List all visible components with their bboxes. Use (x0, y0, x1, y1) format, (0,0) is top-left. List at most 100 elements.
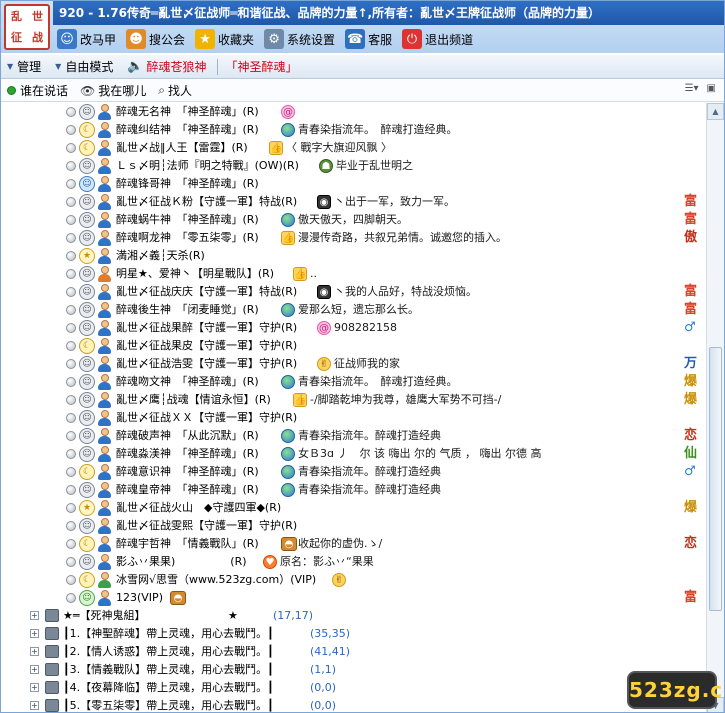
channel-group-row[interactable]: + ★═【死神鬼組】 ★ (17,17) (1, 607, 704, 625)
list-options-icon[interactable]: ☰▾ (685, 83, 699, 94)
expand-icon[interactable]: + (30, 611, 39, 620)
member-name: 亂世〆征战Ｋ粉【守護一軍】特战(R) (116, 195, 298, 208)
system-settings-button[interactable]: ⚙ 系统设置 (260, 27, 341, 51)
member-row[interactable]: ☺ 醉魂啊龙神 「零五柒零」(R) 👍 漫漫传奇路，共叙兄弟情。诚邀您的插入。 傲 (1, 229, 704, 247)
channel-group-row[interactable]: + ┃1.【神聖醉魂】帶上灵魂，用心去戰鬥。┃ (35,35) (1, 625, 704, 643)
where-am-i-label: 我在哪儿 (98, 84, 147, 98)
search-guild-button[interactable]: ☻ 搜公会 (122, 27, 191, 51)
member-row[interactable]: ☺ Ｌｓ〆明┆法师『明之特戰』(OW)(R) ☗ 毕业于乱世明之 (1, 157, 704, 175)
member-row[interactable]: ☺ 醉魂淼渼神 「神圣醉魂」(R) 女Ｂ3ɑ 丿 尔 该 嗨出 尔的 气质 ， 嗨出… (1, 445, 704, 463)
swirl-icon: @ (281, 105, 295, 119)
face-icon: ☾ (79, 572, 95, 588)
member-name: 亂世〆征战雯熙【守護一軍】守护(R) (116, 519, 298, 532)
exit-channel-button[interactable]: ⏻ 退出频道 (398, 27, 479, 51)
member-row[interactable]: ☺ 醉魂破声神 「从此沉默」(R) 青春染指流年。醉魂打造经典 恋 (1, 427, 704, 445)
member-row[interactable]: ☺ 醉魂无名神 「神圣醉魂」(R) @ (1, 103, 704, 121)
status-dot-icon (66, 179, 76, 189)
member-name: 醉魂啊龙神 「零五柒零」(R) (116, 231, 259, 244)
expand-icon[interactable]: + (30, 629, 39, 638)
status-dot-icon (66, 143, 76, 153)
expand-icon[interactable]: + (30, 701, 39, 710)
member-row[interactable]: ☺ 亂世〆征战浩雯【守護一軍】守护(R) ✌ 征战师我的家 万 (1, 355, 704, 373)
status-dot-icon (66, 575, 76, 585)
app-window: 乱 世 征 战 920 - 1.76传奇═亂世〆征战师═和谐征战、品牌的力量↑,… (0, 0, 725, 713)
globe-icon (281, 429, 295, 443)
chevron-down-icon: ▼ (55, 62, 62, 71)
group-member-count: (1,1) (310, 663, 337, 676)
toolbar-label: 收藏夹 (218, 32, 255, 47)
favorites-button[interactable]: ★ 收藏夹 (191, 27, 260, 51)
member-name: 醉魂纠结神 「神圣醉魂」(R) (116, 123, 259, 136)
member-row[interactable]: ★ 亂世〆征战火山 ◆守護四軍◆(R) 爆 (1, 499, 704, 517)
group-name: ┃2.【情人诱惑】帶上灵魂，用心去戰鬥。┃ (63, 645, 274, 658)
member-list: ☺ 醉魂无名神 「神圣醉魂」(R) @ ☾ 醉魂纠结神 「神圣醉魂」(R) 青春染指流年。… (1, 103, 704, 712)
member-row[interactable]: ☺ 醉魂吻文神 「神圣醉魂」(R) 青春染指流年。 醉魂打造经典。 爆 (1, 373, 704, 391)
current-speaker[interactable]: 🔈 醉魂苍狼神 (121, 56, 214, 78)
scrollbar-thumb[interactable] (709, 347, 722, 611)
green-dot-icon (7, 86, 16, 95)
title-bar: 乱 世 征 战 920 - 1.76传奇═亂世〆征战师═和谐征战、品牌的力量↑,… (1, 1, 724, 53)
member-row[interactable]: ☺ 醉魂後生神 「闭麦睡觉」(R) 爱那么短，遗忘那么长。 富 (1, 301, 704, 319)
group-folder-icon (45, 609, 59, 622)
member-row[interactable]: ☺ 醉魂蜗牛神 「神圣醉魂」(R) 傲天傲天，四脚朝天。 富 (1, 211, 704, 229)
face-icon: ☺ (79, 392, 95, 408)
user-avatar-icon (97, 536, 112, 552)
expand-icon[interactable]: + (30, 665, 39, 674)
user-avatar-icon (97, 158, 112, 174)
change-vest-button[interactable]: ☺ 改马甲 (53, 27, 122, 51)
group-member-count: (0,0) (310, 699, 337, 712)
member-row[interactable]: ☾ 冰雪网√思雪（www.523zg.com）(VIP) ✌ (1, 571, 704, 589)
expand-icon[interactable]: + (30, 647, 39, 656)
member-badge: 富 (684, 194, 698, 209)
manage-menu[interactable]: ▼ 管理 (1, 56, 49, 78)
member-name: 123(VIP) (116, 591, 163, 604)
who-speaking-button[interactable]: 谁在说话 (7, 82, 68, 99)
victory-icon: ✌ (332, 573, 346, 587)
window-title: 920 - 1.76传奇═亂世〆征战师═和谐征战、品牌的力量↑,所有者：亂世〆王… (53, 1, 724, 25)
member-row[interactable]: ☾ 亂世〆战‖人王【雷霆】(R) 👍 〈 戰字大旗迎风飘 〉 (1, 139, 704, 157)
scroll-up-arrow-icon[interactable]: ▲ (707, 103, 724, 120)
member-row[interactable]: ☾ 醉魂意识神 「神圣醉魂」(R) 青春染指流年。醉魂打造经典 ♂ (1, 463, 704, 481)
customer-service-button[interactable]: ☎ 客服 (341, 27, 398, 51)
member-row[interactable]: ★ 満湘〆義┆天杀(R) (1, 247, 704, 265)
expand-icon[interactable]: + (30, 683, 39, 692)
face-icon: ★ (79, 500, 95, 516)
channel-group-row[interactable]: + ┃4.【夜幕降临】帶上灵魂，用心去戰鬥。┃ (0,0) (1, 679, 704, 697)
free-mode-label: 自由模式 (65, 60, 114, 74)
member-row[interactable]: ☺ 醉魂皇帝神 「神圣醉魂」(R) 青春染指流年。醉魂打造经典 (1, 481, 704, 499)
view-options: ☰▾ ▣ (685, 83, 716, 94)
member-row[interactable]: ☺ 亂世〆征战果醉【守護一軍】守护(R) @908282158 ♂ (1, 319, 704, 337)
free-mode-menu[interactable]: ▼ 自由模式 (49, 56, 121, 78)
search-icon: ⌕ (158, 83, 165, 97)
channel-group-row[interactable]: + ┃5.【零五柒零】帶上灵魂，用心去戰鬥。┃ (0,0) (1, 697, 704, 712)
member-row[interactable]: ☺ 亂世〆鹰┆战魂【情谊永恒】(R) 👍 -∕脚踏乾坤为我尊，雄鹰大军势不可挡-∕ 爆 (1, 391, 704, 409)
scrollbar[interactable]: ▲ ▼ (706, 103, 724, 712)
member-row[interactable]: ☺ 明星★、爱神丶【明星戰队】(R) 👍.. (1, 265, 704, 283)
member-signature: 青春染指流年。醉魂打造经典 (298, 465, 441, 478)
user-avatar-icon (97, 518, 112, 534)
group-member-count: (35,35) (310, 627, 351, 640)
user-avatar-icon (97, 464, 112, 480)
support-icon: ☎ (345, 29, 366, 49)
member-row[interactable]: ☺ 亂世〆征战庆庆【守護一軍】特战(R) ◉ 丶我的人品好，特战没烦恼。 富 (1, 283, 704, 301)
member-row[interactable]: ☾ 亂世〆征战果皮【守護一軍】守护(R) (1, 337, 704, 355)
member-row[interactable]: ☺ 123(VIP) ◓ 富 (1, 589, 704, 607)
member-row[interactable]: ☺ 影ふ丷果果) (R) ♥ 原名：影ふ丷“果果 (1, 553, 704, 571)
where-am-i-button[interactable]: 👁 我在哪儿 (80, 82, 146, 99)
member-row[interactable]: ☾ 醉魂宇哲神 「情義戰队」(R) ◓ 收起你的虚伪.ゝ∕ 恋 (1, 535, 704, 553)
member-row[interactable]: ☺ 亂世〆征战Ｋ粉【守護一軍】特战(R) ◉ 丶出于一军，致力一军。 富 (1, 193, 704, 211)
member-signature: 原名：影ふ丷“果果 (280, 555, 374, 568)
find-person-button[interactable]: ⌕ 找人 (158, 82, 192, 99)
status-dot-icon (66, 323, 76, 333)
channel-group-row[interactable]: + ┃2.【情人诱惑】帶上灵魂，用心去戰鬥。┃ (41,41) (1, 643, 704, 661)
channel-group-row[interactable]: + ┃3.【情義戰队】帶上灵魂，用心去戰鬥。┃ (1,1) (1, 661, 704, 679)
member-name: 醉魂後生神 「闭麦睡觉」(R) (116, 303, 259, 316)
member-row[interactable]: ☺ 亂世〆征战ＸＸ【守護一軍】守护(R) (1, 409, 704, 427)
member-row[interactable]: ☾ 醉魂纠结神 「神圣醉魂」(R) 青春染指流年。 醉魂打造经典。 (1, 121, 704, 139)
status-dot-icon (66, 287, 76, 297)
member-row[interactable]: ☺ 醉魂锋哥神 「神圣醉魂」(R) (1, 175, 704, 193)
member-row[interactable]: ☺ 亂世〆征战雯熙【守護一軍】守护(R) (1, 517, 704, 535)
status-dot-icon (66, 125, 76, 135)
face-icon: ☾ (79, 140, 95, 156)
folder-icon[interactable]: ▣ (707, 83, 716, 94)
